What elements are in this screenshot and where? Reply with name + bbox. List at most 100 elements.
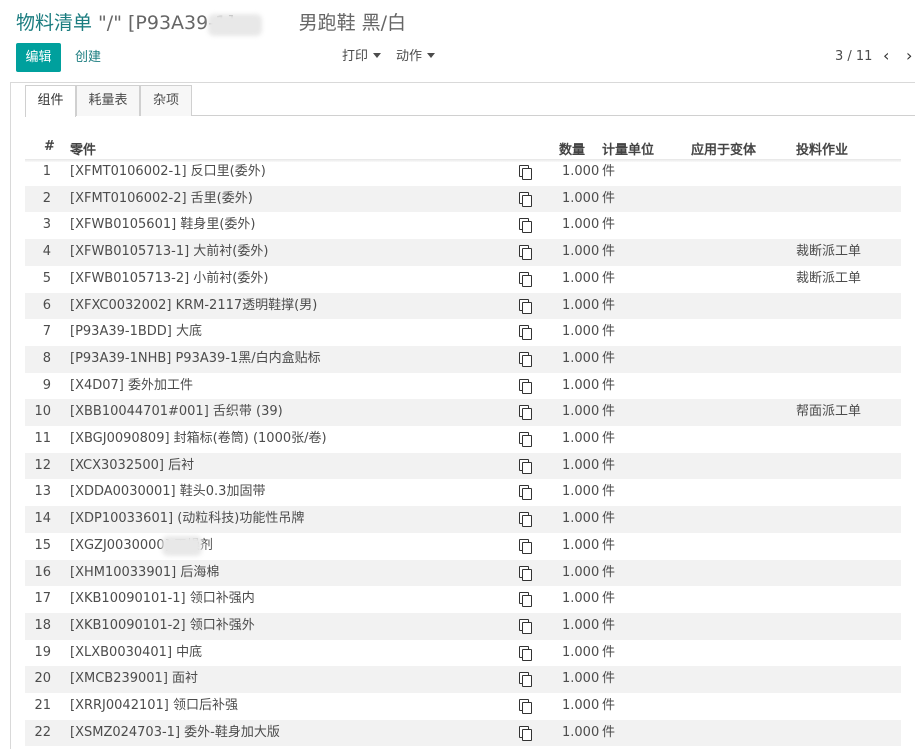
column-header-num[interactable]: #: [44, 139, 55, 154]
column-header-part[interactable]: 零件: [70, 139, 96, 158]
table-row[interactable]: 19 [XLXB0030401] 中底 1.000 件: [25, 640, 901, 667]
table-header: # 零件 数量 计量单位 应用于变体 投料作业: [11, 137, 915, 161]
pager-value[interactable]: 3 / 11: [835, 48, 872, 66]
column-header-operation[interactable]: 投料作业: [796, 139, 848, 158]
table-row[interactable]: 21 [XRRJ0042101] 领口后补强 1.000 件: [25, 693, 901, 720]
copy-icon[interactable]: [519, 298, 532, 314]
row-part: [XFWB0105713-2] 小前衬(委外): [70, 270, 269, 286]
row-number: 20: [34, 671, 51, 687]
row-part: [XDDA0030001] 鞋头0.3加固带: [70, 484, 266, 500]
row-number: 19: [34, 644, 51, 660]
table-row[interactable]: 7 [P93A39-1BDD] 大底 1.000 件: [25, 319, 901, 346]
table-row[interactable]: 22 [XSMZ024703-1] 委外-鞋身加大版 1.000 件: [25, 719, 901, 747]
table-row[interactable]: 3 [XFWB0105601] 鞋身里(委外) 1.000 件: [25, 212, 901, 239]
row-number: 13: [34, 484, 51, 500]
table-row[interactable]: 10 [XBB10044701#001] 舌织带 (39) 1.000 件 帮面派工单: [25, 399, 901, 426]
caret-down-icon: [427, 53, 436, 58]
row-qty: 1.000: [562, 537, 600, 553]
row-uom: 件: [602, 698, 616, 713]
row-qty: 1.000: [562, 404, 600, 420]
create-button[interactable]: 创建: [75, 43, 101, 72]
row-number: 17: [34, 591, 51, 607]
table-row[interactable]: 20 [XMCB239001] 面衬 1.000 件: [25, 666, 901, 693]
row-qty: 1.000: [562, 431, 600, 446]
copy-icon[interactable]: [519, 218, 532, 234]
table-row[interactable]: 17 [XKB10090101-1] 领口补强内 1.000 件: [25, 586, 901, 613]
copy-icon[interactable]: [519, 618, 532, 634]
row-uom: 件: [602, 591, 616, 607]
row-number: 16: [34, 564, 51, 580]
table-row[interactable]: 1 [XFMT0106002-1] 反口里(委外) 1.000 件: [25, 159, 901, 186]
copy-icon[interactable]: [519, 165, 532, 180]
row-uom: 件: [602, 377, 616, 393]
redacted-region: [208, 14, 262, 36]
tab-consumption[interactable]: 耗量表: [76, 85, 140, 116]
row-uom: 件: [602, 484, 616, 500]
row-number: 10: [34, 404, 51, 420]
record-name: 男跑鞋 黑/白: [298, 12, 407, 34]
copy-icon[interactable]: [519, 538, 532, 554]
copy-icon[interactable]: [519, 725, 532, 741]
row-qty: 1.000: [562, 164, 600, 179]
column-header-variant[interactable]: 应用于变体: [691, 139, 756, 158]
table-row[interactable]: 18 [XKB10090101-2] 领口补强外 1.000 件: [25, 612, 901, 640]
row-uom: 件: [602, 404, 616, 420]
copy-icon[interactable]: [519, 485, 532, 501]
column-header-qty[interactable]: 数量: [559, 139, 585, 158]
row-uom: 件: [602, 537, 616, 553]
chevron-left-icon[interactable]: ‹: [883, 46, 889, 66]
row-number: 1: [42, 164, 51, 179]
table-row[interactable]: 12 [XCX3032500] 后衬 1.000 件: [25, 452, 901, 480]
copy-icon[interactable]: [519, 458, 532, 474]
row-uom: 件: [602, 564, 616, 580]
copy-icon[interactable]: [519, 592, 532, 608]
table-row[interactable]: 15 [XGZJ0030000] 干燥剂 1.000 件: [25, 533, 901, 560]
table-row[interactable]: 16 [XHM10033901] 后海棉 1.000 件: [25, 559, 901, 587]
table-row[interactable]: 4 [XFWB0105713-1] 大前衬(委外) 1.000 件 裁断派工单: [25, 239, 901, 266]
table-row[interactable]: 9 [X4D07] 委外加工件 1.000 件: [25, 373, 901, 400]
row-part: [XBGJ0090809] 封箱标(卷筒) (1000张/卷): [70, 431, 327, 446]
edit-button[interactable]: 编辑: [16, 43, 61, 72]
copy-icon[interactable]: [519, 191, 532, 207]
print-menu-label: 打印: [342, 49, 369, 64]
row-qty: 1.000: [562, 217, 600, 233]
chevron-right-icon[interactable]: ›: [906, 46, 912, 66]
row-number: 21: [34, 698, 51, 713]
print-menu[interactable]: 打印: [342, 48, 382, 66]
table-row[interactable]: 5 [XFWB0105713-2] 小前衬(委外) 1.000 件 裁断派工单: [25, 266, 901, 293]
table-row[interactable]: 6 [XFXC0032002] KRM-2117透明鞋撑(男) 1.000 件: [25, 292, 901, 320]
row-part: [XFWB0105601] 鞋身里(委外): [70, 217, 256, 233]
copy-icon[interactable]: [519, 245, 532, 261]
copy-icon[interactable]: [519, 378, 532, 394]
table-row[interactable]: 11 [XBGJ0090809] 封箱标(卷筒) (1000张/卷) 1.000 件: [25, 426, 901, 453]
table-row[interactable]: 8 [P93A39-1NHB] P93A39-1黑/白内盒贴标 1.000 件: [25, 345, 901, 373]
row-number: 11: [34, 431, 51, 446]
row-number: 6: [42, 297, 51, 313]
table-row[interactable]: 2 [XFMT0106002-2] 舌里(委外) 1.000 件: [25, 185, 901, 213]
row-uom: 件: [602, 324, 616, 340]
copy-icon[interactable]: [519, 271, 532, 287]
row-number: 12: [34, 457, 51, 473]
action-menu[interactable]: 动作: [396, 48, 436, 66]
breadcrumb-bom[interactable]: 物料清单: [16, 12, 92, 34]
copy-icon[interactable]: [519, 645, 532, 661]
row-uom: 件: [602, 297, 616, 313]
copy-icon[interactable]: [519, 432, 532, 447]
row-part: [X4D07] 委外加工件: [70, 377, 194, 393]
copy-icon[interactable]: [519, 672, 532, 688]
copy-icon[interactable]: [519, 699, 532, 714]
copy-icon[interactable]: [519, 405, 532, 421]
table-row[interactable]: 14 [XDP10033601] (动粒科技)功能性吊牌 1.000 件: [25, 506, 901, 533]
row-qty: 1.000: [562, 270, 600, 286]
copy-icon[interactable]: [519, 512, 532, 528]
tab-misc[interactable]: 杂项: [140, 85, 192, 116]
row-uom: 件: [602, 217, 616, 233]
copy-icon[interactable]: [519, 325, 532, 341]
copy-icon[interactable]: [519, 351, 532, 367]
table-row[interactable]: 13 [XDDA0030001] 鞋头0.3加固带 1.000 件: [25, 479, 901, 506]
column-header-uom[interactable]: 计量单位: [602, 139, 654, 158]
copy-icon[interactable]: [519, 565, 532, 581]
action-menu-label: 动作: [396, 49, 423, 64]
tab-components[interactable]: 组件: [25, 85, 76, 117]
row-number: 9: [42, 377, 51, 393]
